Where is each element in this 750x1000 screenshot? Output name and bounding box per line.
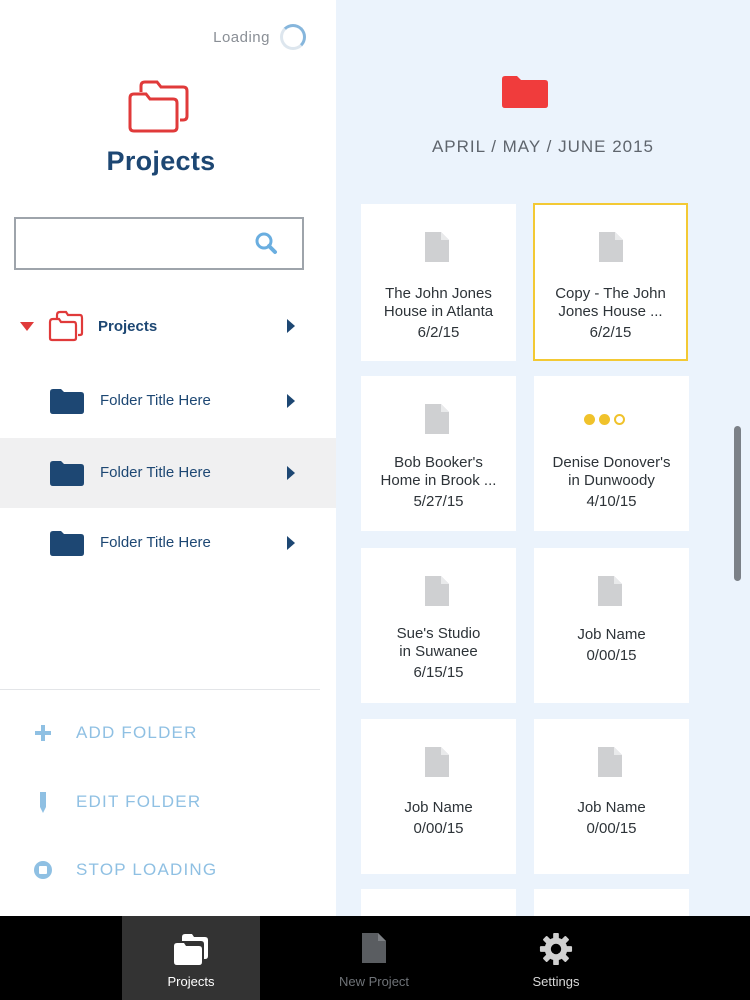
folder-row-selected[interactable]: Folder Title Here: [0, 438, 336, 508]
gear-icon: [539, 932, 573, 966]
pencil-icon: [40, 792, 46, 813]
loading-label: Loading: [213, 28, 270, 46]
folders-icon: [174, 934, 208, 965]
project-card-selected[interactable]: Copy - The John Jones House ... 6/2/15: [533, 203, 688, 361]
project-card[interactable]: Denise Donover's in Dunwoody 4/10/15: [534, 376, 689, 531]
tab-label: New Project: [338, 974, 410, 989]
edit-folder-button[interactable]: EDIT FOLDER: [0, 782, 320, 822]
folders-icon: [128, 80, 189, 133]
tab-label: Settings: [532, 974, 580, 989]
project-date: 0/00/15: [586, 820, 637, 837]
project-title: Copy - The John: [555, 285, 666, 302]
document-icon: [598, 576, 622, 606]
document-icon: [425, 404, 449, 434]
project-date: 0/00/15: [586, 647, 637, 664]
search-input[interactable]: [16, 219, 246, 268]
project-title: in Suwanee: [399, 643, 478, 660]
project-card[interactable]: Job Name 0/00/15: [361, 719, 516, 874]
project-date: 6/2/15: [417, 324, 460, 341]
add-folder-label: ADD FOLDER: [76, 723, 198, 742]
folder-icon: [50, 531, 84, 556]
folder-label: Folder Title Here: [100, 534, 211, 551]
document-icon: [598, 747, 622, 777]
tab-projects[interactable]: Projects: [122, 916, 260, 1000]
project-card[interactable]: The John Jones House in Atlanta 6/2/15: [361, 204, 516, 361]
tab-new-project[interactable]: New Project: [305, 916, 443, 1000]
stop-loading-button[interactable]: STOP LOADING: [0, 850, 320, 890]
tree-root-label: Projects: [98, 318, 158, 335]
project-title: Denise Donover's: [552, 454, 671, 471]
project-date: 0/00/15: [413, 820, 464, 837]
folder-label: Folder Title Here: [100, 464, 211, 481]
project-card[interactable]: Bob Booker's Home in Brook ... 5/27/15: [361, 376, 516, 531]
sidebar: Loading Projects Projects Folder Title H…: [0, 0, 336, 916]
project-card[interactable]: [361, 889, 516, 916]
project-card[interactable]: [534, 889, 689, 916]
stop-icon: [34, 861, 52, 879]
search-icon[interactable]: [254, 231, 278, 255]
date-range-title: APRIL / MAY / JUNE 2015: [431, 137, 655, 156]
loading-indicator: Loading: [213, 24, 306, 50]
project-card[interactable]: Job Name 0/00/15: [534, 719, 689, 874]
document-icon: [425, 747, 449, 777]
plus-icon: [35, 725, 51, 741]
divider: [0, 689, 320, 690]
project-title: The John Jones: [385, 285, 492, 302]
page-title: Projects: [106, 146, 216, 176]
project-title: Job Name: [404, 799, 473, 816]
project-card[interactable]: Sue's Studio in Suwanee 6/15/15: [361, 548, 516, 703]
project-date: 5/27/15: [413, 493, 464, 510]
project-date: 6/15/15: [413, 664, 464, 681]
project-title: Job Name: [577, 626, 646, 643]
loading-dots-icon: [584, 414, 625, 425]
add-folder-button[interactable]: ADD FOLDER: [0, 713, 320, 753]
folder-icon: [502, 76, 548, 108]
document-icon: [362, 933, 386, 963]
chevron-right-icon[interactable]: [287, 466, 295, 480]
project-title: Sue's Studio: [396, 625, 481, 642]
project-title: Job Name: [577, 799, 646, 816]
project-title: Jones House ...: [558, 303, 663, 320]
folder-label: Folder Title Here: [100, 392, 211, 409]
tab-settings[interactable]: Settings: [487, 916, 625, 1000]
project-date: 4/10/15: [586, 493, 637, 510]
project-date: 6/2/15: [589, 324, 632, 341]
project-title: in Dunwoody: [568, 472, 655, 489]
chevron-right-icon[interactable]: [287, 536, 295, 550]
scrollbar[interactable]: [734, 426, 741, 581]
document-icon: [425, 576, 449, 606]
tree-root-projects[interactable]: Projects: [0, 305, 336, 349]
tab-bar: Projects New Project Settings: [0, 916, 750, 1000]
folder-icon: [50, 389, 84, 414]
folder-row[interactable]: Folder Title Here: [0, 366, 336, 436]
document-icon: [599, 232, 623, 262]
folder-row[interactable]: Folder Title Here: [0, 508, 336, 578]
project-card[interactable]: Job Name 0/00/15: [534, 548, 689, 703]
search-box: [14, 217, 304, 270]
chevron-right-icon[interactable]: [287, 319, 295, 333]
caret-down-icon[interactable]: [20, 322, 34, 331]
project-title: Bob Booker's: [394, 454, 483, 471]
document-icon: [425, 232, 449, 262]
edit-folder-label: EDIT FOLDER: [76, 792, 202, 811]
main-panel: APRIL / MAY / JUNE 2015 The John Jones H…: [336, 0, 750, 916]
folder-icon: [50, 461, 84, 486]
chevron-right-icon[interactable]: [287, 394, 295, 408]
project-title: House in Atlanta: [383, 303, 494, 320]
folders-icon: [48, 310, 84, 342]
spinner-icon: [280, 24, 306, 50]
project-title: Home in Brook ...: [380, 472, 497, 489]
stop-loading-label: STOP LOADING: [76, 860, 218, 879]
tab-label: Projects: [167, 974, 215, 989]
